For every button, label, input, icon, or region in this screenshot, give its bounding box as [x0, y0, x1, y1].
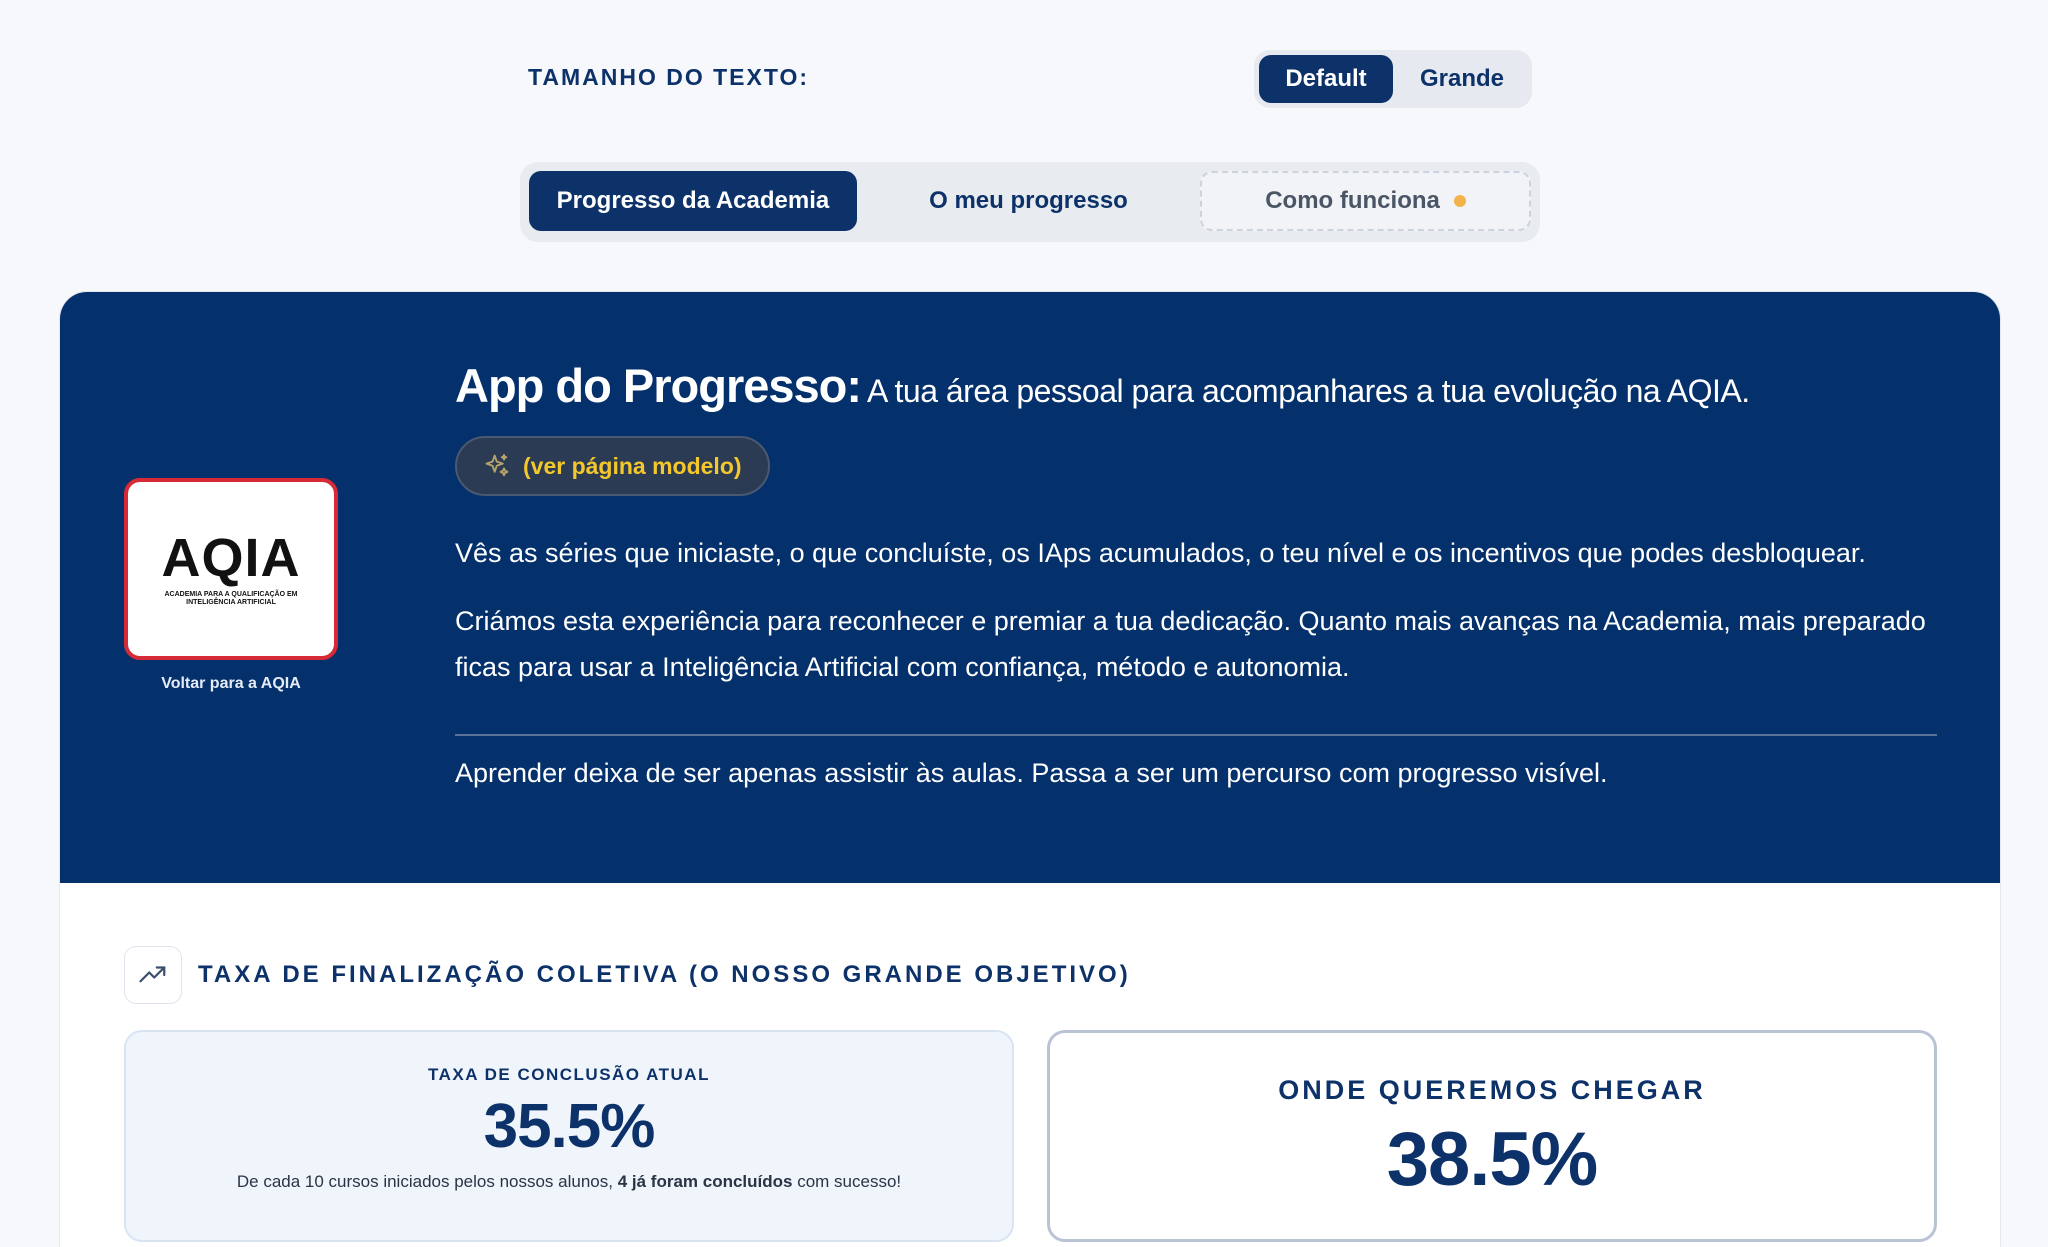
- view-model-page-button[interactable]: (ver página modelo): [455, 436, 770, 497]
- text-size-toggle: Default Grande: [1254, 50, 1532, 108]
- view-model-page-label: (ver página modelo): [523, 452, 742, 479]
- tab-my-progress[interactable]: O meu progresso: [873, 171, 1184, 231]
- current-rate-desc-bold: 4 já foram concluídos: [617, 1172, 793, 1191]
- hero-title: App do Progresso: A tua área pessoal para…: [455, 358, 1937, 414]
- main-tabs: Progresso da Academia O meu progresso Co…: [520, 162, 1540, 242]
- tab-how-it-works-label: Como funciona: [1265, 187, 1440, 214]
- text-size-label: TAMANHO DO TEXTO:: [528, 64, 810, 90]
- hero-banner: AQIA ACADEMIA PARA A QUALIFICAÇÃO EM INT…: [60, 292, 2000, 883]
- current-rate-value: 35.5%: [483, 1092, 656, 1161]
- target-rate-value: 38.5%: [1386, 1117, 1599, 1202]
- current-rate-desc-post: com sucesso!: [792, 1172, 902, 1191]
- target-rate-card: ONDE QUEREMOS CHEGAR 38.5%: [1047, 1030, 1937, 1242]
- back-to-aqia-link[interactable]: Voltar para a AQIA: [120, 675, 342, 693]
- hero-paragraph-3: Aprender deixa de ser apenas assistir às…: [455, 758, 1608, 789]
- target-rate-label: ONDE QUEREMOS CHEGAR: [1278, 1075, 1706, 1105]
- tab-academy-progress[interactable]: Progresso da Academia: [529, 171, 857, 231]
- text-size-default-button[interactable]: Default: [1259, 55, 1393, 103]
- current-rate-description: De cada 10 cursos iniciados pelos nossos…: [126, 1172, 1012, 1192]
- current-rate-card: TAXA DE CONCLUSÃO ATUAL 35.5% De cada 10…: [124, 1030, 1014, 1242]
- current-rate-label: TAXA DE CONCLUSÃO ATUAL: [428, 1065, 710, 1084]
- aqia-logo-subtitle: ACADEMIA PARA A QUALIFICAÇÃO EM INTELIGÊ…: [164, 590, 298, 606]
- hero-content: App do Progresso: A tua área pessoal para…: [455, 358, 1937, 789]
- hero-divider: [455, 734, 1937, 737]
- aqia-logo-link[interactable]: AQIA ACADEMIA PARA A QUALIFICAÇÃO EM INT…: [124, 478, 338, 660]
- text-size-large-button[interactable]: Grande: [1397, 55, 1527, 103]
- tab-how-it-works[interactable]: Como funciona: [1200, 171, 1531, 231]
- aqia-logo: AQIA: [161, 527, 301, 588]
- section-title: TAXA DE FINALIZAÇÃO COLETIVA (O NOSSO GR…: [198, 961, 1131, 988]
- collective-rate-header: TAXA DE FINALIZAÇÃO COLETIVA (O NOSSO GR…: [124, 946, 1131, 1004]
- hero-title-subtitle: A tua área pessoal para acompanhares a t…: [867, 373, 1750, 409]
- progress-app-page: TAMANHO DO TEXTO: Default Grande Progres…: [0, 0, 2048, 1247]
- hero-title-strong: App do Progresso:: [455, 359, 862, 412]
- notification-dot-icon: [1453, 195, 1466, 207]
- trending-up-icon: [124, 946, 182, 1004]
- hero-paragraph-1: Vês as séries que iniciaste, o que concl…: [455, 538, 1866, 569]
- sparkles-icon: [485, 454, 509, 477]
- hero-paragraph-2: Criámos esta experiência para reconhecer…: [455, 606, 1926, 683]
- main-card: AQIA ACADEMIA PARA A QUALIFICAÇÃO EM INT…: [59, 291, 2001, 1247]
- current-rate-desc-pre: De cada 10 cursos iniciados pelos nossos…: [236, 1172, 618, 1191]
